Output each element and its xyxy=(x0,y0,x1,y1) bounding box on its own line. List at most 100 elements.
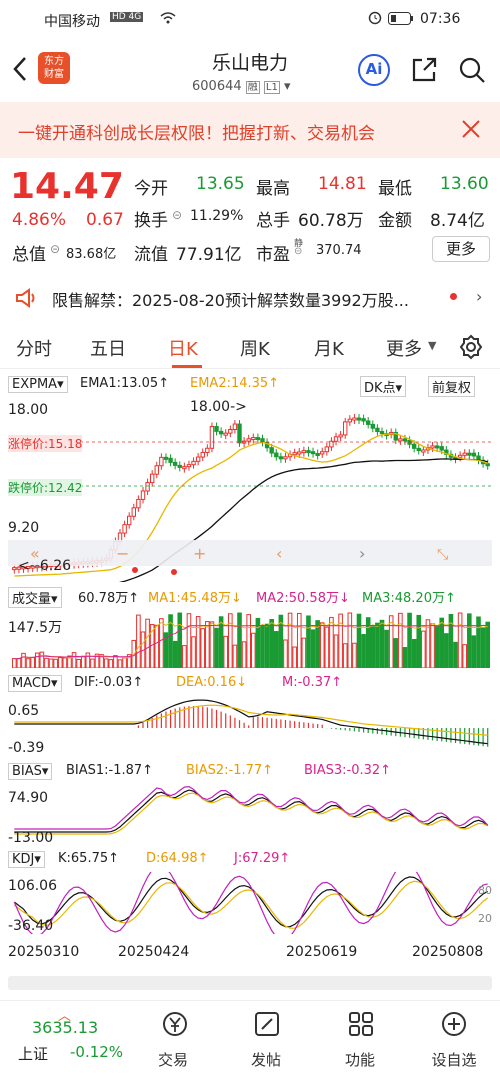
volume-bar xyxy=(13,659,17,668)
candle-body xyxy=(132,508,135,516)
volume-bar xyxy=(284,640,288,668)
candle-body xyxy=(206,448,209,452)
bias3-label: BIAS3:-0.32↑ xyxy=(304,763,391,778)
candle-body xyxy=(275,453,278,457)
dk-buy-point xyxy=(132,567,138,573)
kdj-select[interactable]: KDJ▾ xyxy=(8,851,45,868)
volume-bar xyxy=(187,614,191,668)
candle-body xyxy=(201,452,204,457)
ai-button[interactable]: Ai xyxy=(358,54,390,86)
zoom-out-icon: − xyxy=(116,544,129,563)
quote-panel: 14.47 4.86% 0.67 今开 13.65 最高 14.81 最低 13… xyxy=(0,160,500,270)
network-badge: HD 4G xyxy=(110,12,143,22)
volume-bar xyxy=(17,659,21,668)
tab-weekly-k[interactable]: 周K xyxy=(240,335,270,361)
volume-bar xyxy=(247,615,251,668)
candle-body xyxy=(270,448,273,453)
candle-body xyxy=(192,461,195,464)
stock-header: 东方 财富 乐山电力 600644 融 L1 ▾ Ai xyxy=(0,38,500,102)
kdj-chart[interactable] xyxy=(0,872,500,934)
bias-select[interactable]: BIAS▾ xyxy=(8,763,52,780)
volume-bar xyxy=(54,659,58,668)
indicator-select[interactable]: EXPMA▾ xyxy=(8,376,68,393)
macd-y-bottom: -0.39 xyxy=(8,740,44,756)
candle-body xyxy=(196,457,199,461)
yuan-icon[interactable] xyxy=(160,1009,190,1039)
tab-more[interactable]: 更多 xyxy=(386,335,422,361)
step-right-icon: › xyxy=(359,544,365,563)
volume-bar xyxy=(104,659,108,668)
chart-scrollbar[interactable] xyxy=(8,976,492,990)
candle-body xyxy=(380,432,383,434)
lockup-notice[interactable]: 限售解禁：2025-08-20预计解禁数量3992万股... › xyxy=(0,280,500,314)
volume-bar xyxy=(219,617,223,668)
share-icon[interactable] xyxy=(410,56,438,88)
candle-body xyxy=(160,457,163,465)
volume-bar xyxy=(196,617,200,668)
info-icon[interactable]: ⊝ xyxy=(50,242,60,256)
candle-body xyxy=(169,458,172,462)
macd-select[interactable]: MACD▾ xyxy=(8,675,62,692)
volume-select[interactable]: 成交量▾ xyxy=(8,587,62,608)
trade-button[interactable]: 交易 xyxy=(143,1049,203,1070)
volume-bar xyxy=(123,658,127,668)
volume-bar xyxy=(417,615,421,668)
add-watchlist-button[interactable]: 设自选 xyxy=(424,1049,484,1070)
candle-body xyxy=(307,451,310,453)
tab-monthly-k[interactable]: 月K xyxy=(314,335,344,361)
volume-bar xyxy=(334,635,338,668)
volume-bar xyxy=(238,613,242,668)
y-axis-top-label: 18.00 xyxy=(8,402,48,418)
volume-bar xyxy=(481,628,485,668)
volume-ma3: MA3:48.20万↑ xyxy=(362,587,456,606)
stock-code: 600644 xyxy=(192,79,242,94)
zoom-in-icon: + xyxy=(193,544,206,563)
date-label: 20250310 xyxy=(8,944,79,960)
pe-label: 市盈 xyxy=(256,240,290,265)
volume-bar xyxy=(178,613,182,668)
volume-bar xyxy=(371,627,375,668)
volume-bar xyxy=(468,614,472,668)
volume-chart[interactable] xyxy=(0,608,500,668)
volume-bar xyxy=(330,617,334,668)
promo-text: 一键开通科创成长层权限！把握打新、交易机会 xyxy=(18,119,375,144)
grid-icon[interactable] xyxy=(346,1009,376,1039)
tab-five-day[interactable]: 五日 xyxy=(90,335,126,361)
volume-bar xyxy=(307,616,311,668)
info-icon[interactable]: ⊝ xyxy=(294,246,302,257)
candle-body xyxy=(247,439,250,441)
close-icon[interactable] xyxy=(460,118,482,144)
function-button[interactable]: 功能 xyxy=(330,1049,390,1070)
volume-bar xyxy=(118,660,122,668)
candle-body xyxy=(298,452,301,454)
kdj-k: K:65.75↑ xyxy=(58,851,119,866)
bias-legend: BIAS▾ BIAS1:-1.87↑ BIAS2:-1.77↑ BIAS3:-0… xyxy=(8,762,498,782)
volume-ma2: MA2:50.58万↓ xyxy=(256,587,350,606)
clock-time: 07:36 xyxy=(420,11,460,27)
candle-body xyxy=(183,467,186,469)
promo-banner[interactable]: 一键开通科创成长层权限！把握打新、交易机会 xyxy=(0,102,500,158)
chevron-down-icon[interactable]: ▾ xyxy=(284,79,291,94)
candle-body xyxy=(164,457,167,459)
kdj-level-20: 20 xyxy=(478,912,492,925)
volume-bar xyxy=(302,638,306,668)
more-button[interactable]: 更多 xyxy=(432,236,490,262)
index-name: 上证 xyxy=(18,1043,48,1064)
info-icon[interactable]: ⊝ xyxy=(172,208,182,222)
candle-body xyxy=(150,474,153,482)
tab-intraday[interactable]: 分时 xyxy=(16,335,52,361)
add-favorite-icon[interactable] xyxy=(439,1009,469,1039)
edit-icon[interactable] xyxy=(252,1009,282,1039)
tab-daily-k[interactable]: 日K xyxy=(168,335,198,361)
macd-chart[interactable] xyxy=(0,696,500,756)
active-tab-indicator xyxy=(172,365,202,368)
search-icon[interactable] xyxy=(458,56,486,88)
gear-icon[interactable] xyxy=(458,334,484,364)
index-value[interactable]: 3635.13 xyxy=(32,1018,98,1037)
bias-chart[interactable] xyxy=(0,784,500,844)
volume-bar xyxy=(357,614,361,668)
post-button[interactable]: 发帖 xyxy=(236,1049,296,1070)
adjust-select[interactable]: 前复权 xyxy=(428,376,475,397)
dk-point-select[interactable]: DK点▾ xyxy=(360,376,406,397)
candle-body xyxy=(367,421,370,424)
